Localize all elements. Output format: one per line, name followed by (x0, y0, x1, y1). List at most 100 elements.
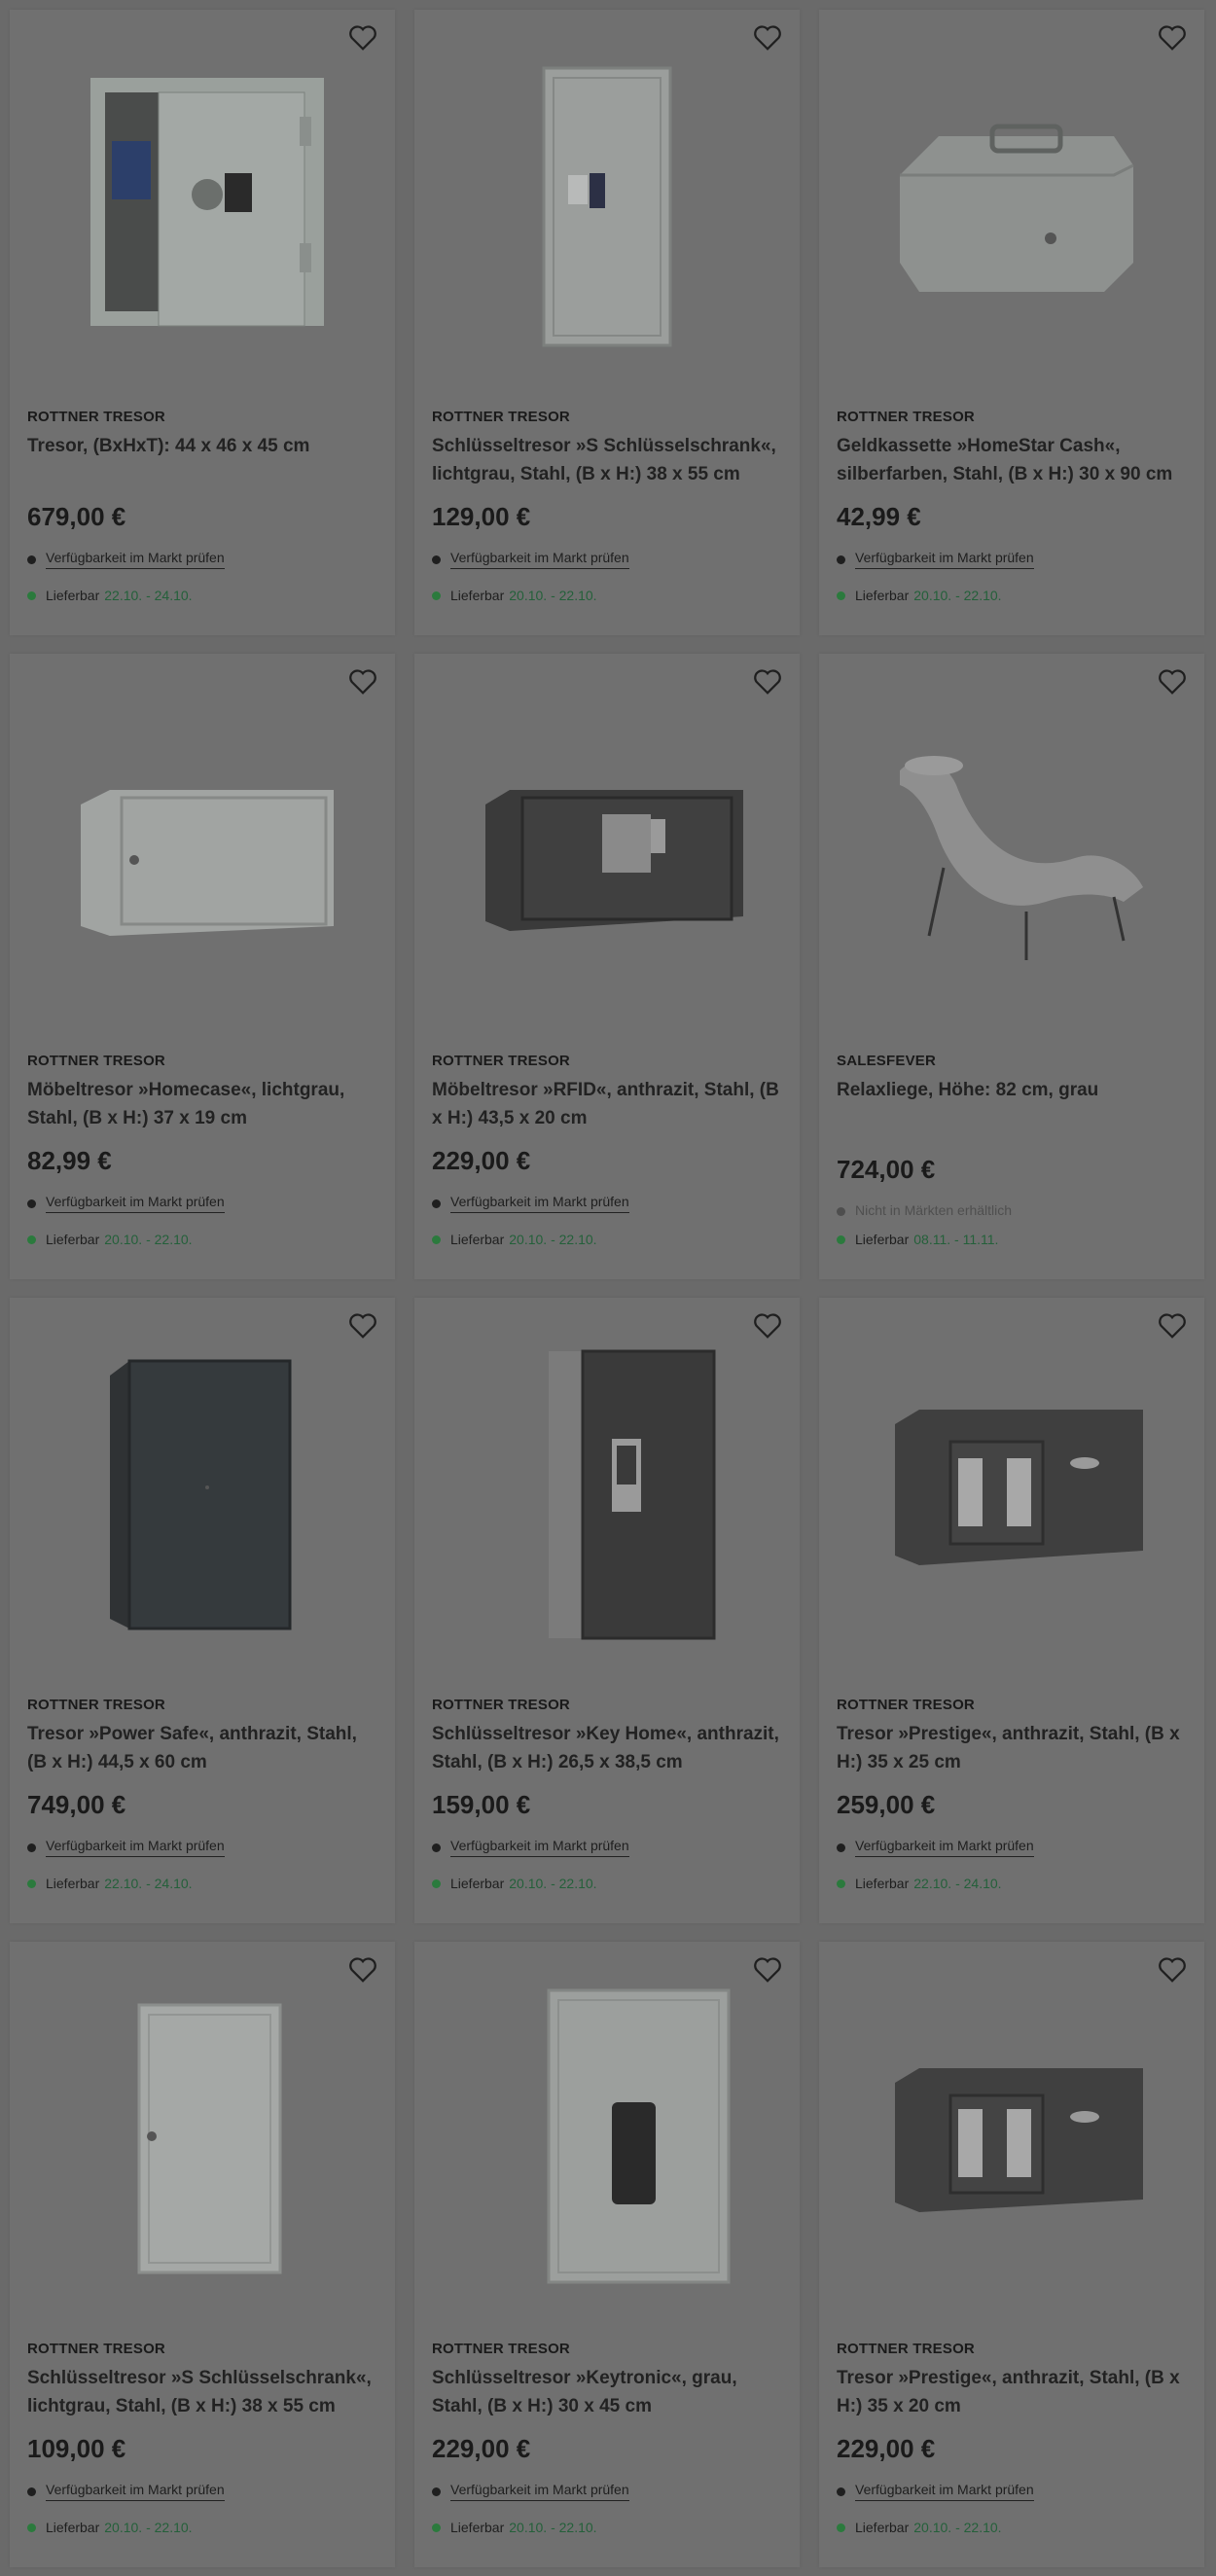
favorite-heart-icon[interactable] (751, 21, 784, 54)
product-card[interactable]: ROTTNER TRESOR Tresor, (BxHxT): 44 x 46 … (10, 10, 395, 635)
delivery-dot-icon (837, 590, 845, 600)
delivery-dot-icon (432, 1878, 441, 1888)
product-title[interactable]: Relaxliege, Höhe: 82 cm, grau (837, 1076, 1187, 1104)
product-title[interactable]: Geldkassette »HomeStar Cash«, silberfarb… (837, 432, 1187, 488)
product-title[interactable]: Tresor, (BxHxT): 44 x 46 x 45 cm (27, 432, 377, 460)
product-card[interactable]: ROTTNER TRESOR Geldkassette »HomeStar Ca… (819, 10, 1204, 635)
favorite-heart-icon[interactable] (751, 665, 784, 698)
favorite-heart-icon[interactable] (346, 665, 379, 698)
product-price: 159,00 € (432, 1790, 531, 1819)
favorite-heart-icon[interactable] (1156, 665, 1189, 698)
product-title[interactable]: Tresor »Prestige«, anthrazit, Stahl, (B … (837, 2364, 1187, 2420)
product-title[interactable]: Möbeltresor »RFID«, anthrazit, Stahl, (B… (432, 1076, 782, 1132)
product-card[interactable]: ROTTNER TRESOR Schlüsseltresor »Keytroni… (414, 1942, 800, 2567)
availability-check-link[interactable]: Verfügbarkeit im Markt prüfen (27, 1838, 225, 1857)
rfid-safe-icon (485, 790, 743, 931)
availability-check-link[interactable]: Verfügbarkeit im Markt prüfen (27, 2482, 225, 2501)
product-price: 749,00 € (27, 1790, 126, 1819)
favorite-heart-icon[interactable] (751, 1309, 784, 1342)
product-image[interactable] (414, 10, 800, 399)
availability-check-link[interactable]: Verfügbarkeit im Markt prüfen (837, 1838, 1034, 1857)
product-brand: ROTTNER TRESOR (432, 409, 570, 425)
product-title[interactable]: Schlüsseltresor »S Schlüsselschrank«, li… (27, 2364, 377, 2420)
availability-dot-icon (432, 555, 441, 564)
availability-check-link[interactable]: Verfügbarkeit im Markt prüfen (432, 1838, 629, 1857)
delivery-info: Lieferbar 20.10. - 22.10. (432, 2520, 597, 2535)
prestige-safe-small-icon (895, 2068, 1143, 2212)
availability-dot-icon (837, 2487, 845, 2496)
product-card[interactable]: ROTTNER TRESOR Schlüsseltresor »S Schlüs… (10, 1942, 395, 2567)
delivery-info: Lieferbar 20.10. - 22.10. (27, 1232, 193, 1247)
key-cabinet-light-icon (137, 2003, 282, 2274)
favorite-heart-icon[interactable] (751, 1953, 784, 1986)
availability-dot-icon (27, 1843, 36, 1852)
product-image[interactable] (819, 1298, 1204, 1687)
product-card[interactable]: ROTTNER TRESOR Tresor »Prestige«, anthra… (819, 1942, 1204, 2567)
availability-check-link[interactable]: Verfügbarkeit im Markt prüfen (837, 550, 1034, 569)
product-card[interactable]: SALESFEVER Relaxliege, Höhe: 82 cm, grau… (819, 654, 1204, 1279)
availability-check-link[interactable]: Verfügbarkeit im Markt prüfen (27, 550, 225, 569)
product-image[interactable] (414, 1942, 800, 2331)
product-brand: ROTTNER TRESOR (27, 2341, 165, 2357)
delivery-info: Lieferbar 22.10. - 24.10. (837, 1876, 1002, 1891)
favorite-heart-icon[interactable] (346, 21, 379, 54)
product-price: 229,00 € (432, 1146, 531, 1175)
key-cabinet-icon (542, 66, 672, 347)
product-image[interactable] (414, 654, 800, 1043)
delivery-dot-icon (432, 1234, 441, 1244)
safe-open-icon (90, 78, 324, 327)
product-brand: ROTTNER TRESOR (27, 1053, 165, 1069)
product-card[interactable]: ROTTNER TRESOR Tresor »Prestige«, anthra… (819, 1298, 1204, 1923)
favorite-heart-icon[interactable] (346, 1309, 379, 1342)
delivery-dot-icon (27, 1878, 36, 1888)
product-card[interactable]: ROTTNER TRESOR Schlüsseltresor »S Schlüs… (414, 10, 800, 635)
availability-dot-icon (432, 1843, 441, 1852)
delivery-dot-icon (432, 2522, 441, 2532)
product-price: 82,99 € (27, 1146, 112, 1175)
furniture-safe-icon (81, 790, 334, 936)
delivery-info: Lieferbar 20.10. - 22.10. (837, 588, 1002, 603)
product-image[interactable] (10, 654, 395, 1043)
product-image[interactable] (10, 1942, 395, 2331)
product-brand: ROTTNER TRESOR (27, 1697, 165, 1713)
product-title[interactable]: Möbeltresor »Homecase«, lichtgrau, Stahl… (27, 1076, 377, 1132)
product-card[interactable]: ROTTNER TRESOR Tresor »Power Safe«, anth… (10, 1298, 395, 1923)
product-title[interactable]: Tresor »Prestige«, anthrazit, Stahl, (B … (837, 1720, 1187, 1776)
favorite-heart-icon[interactable] (346, 1953, 379, 1986)
product-title[interactable]: Tresor »Power Safe«, anthrazit, Stahl, (… (27, 1720, 377, 1776)
product-price: 109,00 € (27, 2434, 126, 2463)
availability-check-link[interactable]: Verfügbarkeit im Markt prüfen (432, 1194, 629, 1213)
product-brand: ROTTNER TRESOR (432, 2341, 570, 2357)
delivery-dot-icon (432, 590, 441, 600)
availability-check-link[interactable]: Verfügbarkeit im Markt prüfen (432, 550, 629, 569)
product-image[interactable] (10, 1298, 395, 1687)
product-card[interactable]: ROTTNER TRESOR Schlüsseltresor »Key Home… (414, 1298, 800, 1923)
product-card[interactable]: ROTTNER TRESOR Möbeltresor »Homecase«, l… (10, 654, 395, 1279)
product-title[interactable]: Schlüsseltresor »Keytronic«, grau, Stahl… (432, 2364, 782, 2420)
availability-check-link[interactable]: Verfügbarkeit im Markt prüfen (837, 2482, 1034, 2501)
availability-status: Nicht in Märkten erhältlich (837, 1202, 1012, 1221)
delivery-info: Lieferbar 08.11. - 11.11. (837, 1232, 998, 1247)
product-title[interactable]: Schlüsseltresor »Key Home«, anthrazit, S… (432, 1720, 782, 1776)
product-brand: ROTTNER TRESOR (27, 409, 165, 425)
product-price: 679,00 € (27, 502, 126, 531)
product-image[interactable] (819, 1942, 1204, 2331)
product-image[interactable] (10, 10, 395, 399)
keytronic-safe-icon (547, 1988, 731, 2284)
favorite-heart-icon[interactable] (1156, 21, 1189, 54)
delivery-info: Lieferbar 20.10. - 22.10. (432, 588, 597, 603)
product-image[interactable] (819, 10, 1204, 399)
power-safe-icon (110, 1359, 292, 1630)
availability-check-link[interactable]: Verfügbarkeit im Markt prüfen (27, 1194, 225, 1213)
delivery-dot-icon (837, 1234, 845, 1244)
product-image[interactable] (819, 654, 1204, 1043)
product-title[interactable]: Schlüsseltresor »S Schlüsselschrank«, li… (432, 432, 782, 488)
product-card[interactable]: ROTTNER TRESOR Möbeltresor »RFID«, anthr… (414, 654, 800, 1279)
availability-dot-icon (27, 1199, 36, 1208)
favorite-heart-icon[interactable] (1156, 1309, 1189, 1342)
product-image[interactable] (414, 1298, 800, 1687)
favorite-heart-icon[interactable] (1156, 1953, 1189, 1986)
availability-check-link[interactable]: Verfügbarkeit im Markt prüfen (432, 2482, 629, 2501)
delivery-info: Lieferbar 20.10. - 22.10. (432, 1232, 597, 1247)
delivery-info: Lieferbar 20.10. - 22.10. (27, 2520, 193, 2535)
